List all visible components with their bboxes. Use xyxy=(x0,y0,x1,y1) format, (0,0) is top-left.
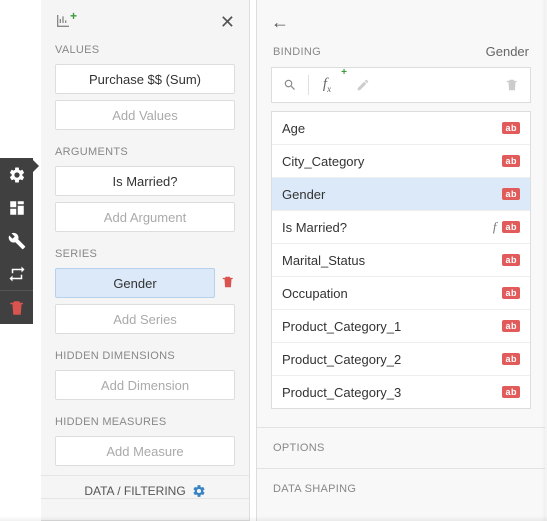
values-label: VALUES xyxy=(41,34,249,64)
field-row[interactable]: Is Married?fab xyxy=(272,211,530,244)
data-filtering-link[interactable]: DATA / FILTERING xyxy=(41,475,249,498)
trash-icon xyxy=(494,67,530,103)
type-badge: ab xyxy=(502,287,520,299)
arguments-label: ARGUMENTS xyxy=(41,136,249,166)
add-series-button[interactable]: Add Series xyxy=(55,304,235,334)
field-name: Occupation xyxy=(282,286,502,301)
options-section[interactable]: OPTIONS xyxy=(257,427,545,468)
value-item[interactable]: Purchase $$ (Sum) xyxy=(55,64,235,94)
type-badge: ab xyxy=(502,320,520,332)
field-row[interactable]: Product_Category_3ab xyxy=(272,376,530,409)
data-shaping-section[interactable]: DATA SHAPING xyxy=(257,468,545,509)
field-name: Product_Category_2 xyxy=(282,352,502,367)
hidden-measures-label: HIDDEN MEASURES xyxy=(41,406,249,436)
field-row[interactable]: Occupationab xyxy=(272,277,530,310)
add-dimension-button[interactable]: Add Dimension xyxy=(55,370,235,400)
convert-icon[interactable] xyxy=(0,257,33,290)
fx-icon: f xyxy=(493,219,497,235)
type-badge: ab xyxy=(502,155,520,167)
config-panel: + ✕ VALUES Purchase $$ (Sum) Add Values … xyxy=(41,0,250,521)
binding-value: Gender xyxy=(486,44,529,59)
type-badge: ab xyxy=(502,188,520,200)
field-list: AgeabCity_CategoryabGenderabIs Married?f… xyxy=(271,111,531,409)
back-icon[interactable]: ← xyxy=(271,12,289,33)
field-row[interactable]: Genderab xyxy=(272,178,530,211)
layout-icon[interactable] xyxy=(0,191,33,224)
binding-toolbar: fx+ xyxy=(271,67,531,103)
add-argument-button[interactable]: Add Argument xyxy=(55,202,235,232)
field-name: Product_Category_1 xyxy=(282,319,502,334)
type-badge: ab xyxy=(502,122,520,134)
binding-label: BINDING xyxy=(273,46,321,58)
rail-pointer xyxy=(33,160,39,172)
binding-panel: ← BINDING Gender fx+ AgeabCity_Categorya… xyxy=(256,0,545,521)
edit-icon xyxy=(345,67,381,103)
series-item[interactable]: Gender xyxy=(55,268,215,298)
chart-icon: + xyxy=(55,13,71,32)
add-values-button[interactable]: Add Values xyxy=(55,100,235,130)
field-row[interactable]: City_Categoryab xyxy=(272,145,530,178)
add-calculated-field-icon[interactable]: fx+ xyxy=(309,67,345,103)
field-name: Age xyxy=(282,121,502,136)
field-row[interactable]: Product_Category_2ab xyxy=(272,343,530,376)
remove-series-icon[interactable] xyxy=(221,275,235,292)
type-badge: ab xyxy=(502,254,520,266)
field-row[interactable]: Marital_Statusab xyxy=(272,244,530,277)
type-badge: ab xyxy=(502,221,520,233)
field-name: Is Married? xyxy=(282,220,493,235)
argument-item[interactable]: Is Married? xyxy=(55,166,235,196)
field-name: Marital_Status xyxy=(282,253,502,268)
settings-icon[interactable] xyxy=(0,158,33,191)
type-badge: ab xyxy=(502,353,520,365)
delete-icon[interactable] xyxy=(0,291,33,324)
wrench-icon[interactable] xyxy=(0,224,33,257)
field-name: Gender xyxy=(282,187,502,202)
field-row[interactable]: Product_Category_1ab xyxy=(272,310,530,343)
close-icon[interactable]: ✕ xyxy=(220,12,235,33)
field-name: City_Category xyxy=(282,154,502,169)
field-name: Product_Category_3 xyxy=(282,385,502,400)
series-label: SERIES xyxy=(41,238,249,268)
left-rail xyxy=(0,158,33,324)
type-badge: ab xyxy=(502,386,520,398)
hidden-dimensions-label: HIDDEN DIMENSIONS xyxy=(41,340,249,370)
field-row[interactable]: Ageab xyxy=(272,112,530,145)
search-icon[interactable] xyxy=(272,67,308,103)
add-measure-button[interactable]: Add Measure xyxy=(55,436,235,466)
